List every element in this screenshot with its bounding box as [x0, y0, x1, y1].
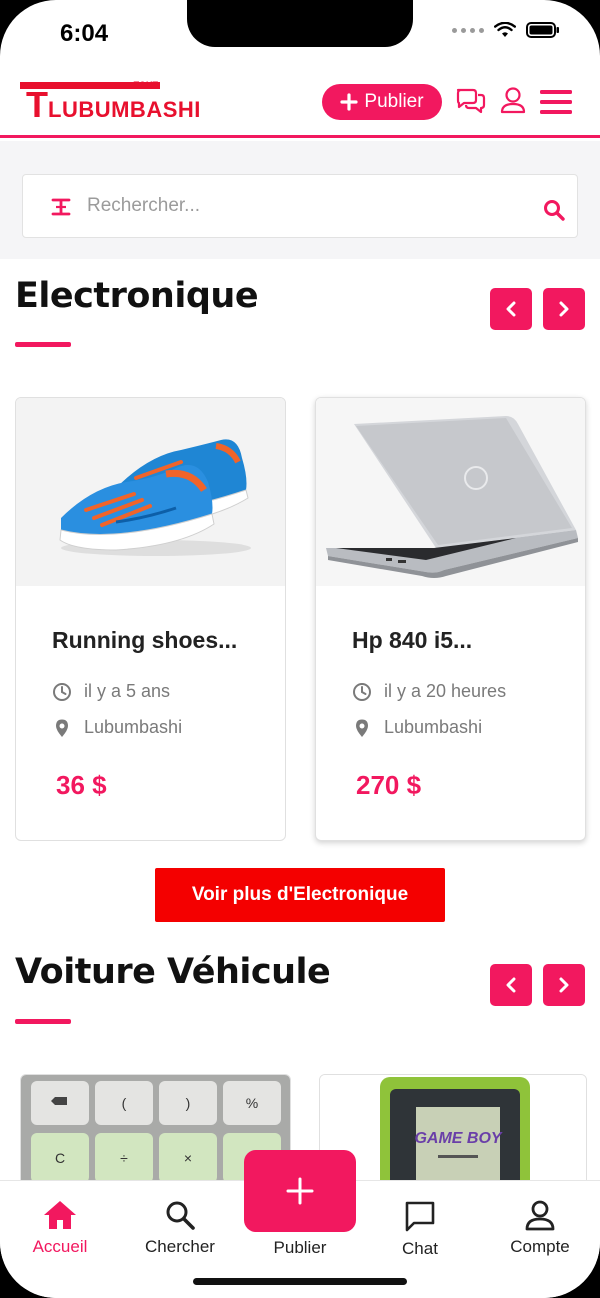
product-card-hp-laptop[interactable]: Hp 840 i5... il y a 20 heures Lubumbashi… [315, 397, 586, 841]
chevron-left-icon [506, 301, 516, 317]
product-time-text: il y a 5 ans [84, 681, 171, 701]
plus-icon [286, 1177, 314, 1205]
signal-dots-icon [452, 27, 484, 33]
tab-chercher[interactable]: Chercher [120, 1199, 240, 1257]
calc-key-percent: % [246, 1095, 258, 1111]
tab-chat[interactable]: Chat [360, 1199, 480, 1259]
clock-icon [53, 682, 71, 701]
filter-icon[interactable] [50, 197, 72, 217]
running-shoes-picture [16, 398, 285, 586]
tab-label: Compte [510, 1237, 570, 1256]
section-underline [15, 1019, 71, 1024]
chevron-right-icon [559, 977, 569, 993]
calc-key-multiply: × [184, 1150, 192, 1166]
app-screen: 6:04 TOUT T LUBUMBASHI Publier Recherche… [0, 0, 600, 1298]
calc-key-open-paren: ( [122, 1095, 127, 1111]
product-time: il y a 5 ans [52, 681, 170, 702]
logo-small-text: TOUT [133, 80, 158, 90]
chevron-right-icon [559, 301, 569, 317]
wifi-icon [494, 22, 516, 37]
product-image-hp-laptop [316, 398, 585, 586]
product-price: 36 $ [56, 770, 107, 800]
search-icon [166, 1201, 195, 1230]
home-icon [44, 1201, 76, 1229]
hamburger-menu-icon[interactable] [540, 89, 572, 115]
plus-icon [340, 93, 359, 111]
section-title-electronique: Electronique [15, 276, 259, 316]
status-time: 6:04 [60, 20, 109, 47]
calc-key-close-paren: ) [186, 1095, 191, 1111]
product-card-running-shoes[interactable]: Running shoes... il y a 5 ans Lubumbashi… [15, 397, 286, 841]
tab-label: Accueil [32, 1237, 88, 1256]
app-header: TOUT T LUBUMBASHI Publier [0, 72, 600, 138]
tab-accueil[interactable]: Accueil [0, 1199, 120, 1257]
product-time-text: il y a 20 heures [384, 681, 507, 701]
clock-icon [353, 682, 371, 701]
section-underline [15, 342, 71, 347]
tab-publier-label[interactable]: Publier [240, 1238, 360, 1258]
chat-bubbles-icon[interactable] [455, 86, 487, 116]
publish-button[interactable]: Publier [322, 84, 442, 120]
search-icon[interactable] [543, 199, 565, 221]
location-pin-icon [356, 719, 368, 737]
publish-fab-button[interactable] [244, 1150, 356, 1232]
battery-icon [526, 22, 559, 38]
calc-key-divide: ÷ [120, 1150, 128, 1166]
location-pin-icon [56, 719, 68, 737]
tout-lubumbashi-logo[interactable]: TOUT T LUBUMBASHI [20, 80, 200, 125]
electronique-prev-button[interactable] [490, 288, 532, 330]
product-title[interactable]: Hp 840 i5... [352, 627, 472, 654]
chevron-left-icon [506, 977, 516, 993]
product-image-running-shoes [16, 398, 285, 586]
product-price: 270 $ [356, 770, 422, 800]
status-icons [452, 22, 560, 38]
section-title-voiture-vehicule: Voiture Véhicule [15, 952, 331, 992]
account-icon [525, 1200, 555, 1231]
product-location-text: Lubumbashi [384, 717, 483, 737]
vehicule-next-button[interactable] [543, 964, 585, 1006]
search-input[interactable] [87, 175, 507, 237]
electronique-next-button[interactable] [543, 288, 585, 330]
product-title[interactable]: Running shoes... [52, 627, 237, 654]
game-boy-logo-text: GAME BOY [414, 1130, 502, 1147]
home-indicator[interactable] [193, 1278, 407, 1285]
silver-laptop-picture [316, 398, 585, 586]
product-time: il y a 20 heures [352, 681, 506, 702]
search-area [0, 141, 600, 259]
publish-button-label: Publier [364, 91, 424, 112]
search-bar [22, 174, 578, 238]
product-location: Lubumbashi [52, 717, 182, 738]
tab-label: Chercher [145, 1237, 215, 1256]
user-icon[interactable] [500, 86, 526, 116]
tab-compte[interactable]: Compte [480, 1199, 600, 1257]
tab-label: Chat [402, 1239, 438, 1258]
calc-key-clear: C [55, 1150, 65, 1166]
chat-icon [405, 1201, 435, 1232]
vehicule-prev-button[interactable] [490, 964, 532, 1006]
product-location-text: Lubumbashi [84, 717, 183, 737]
product-location: Lubumbashi [352, 717, 482, 738]
logo-big-letter: T [26, 84, 48, 125]
logo-word: LUBUMBASHI [48, 97, 201, 122]
see-more-electronique-button[interactable]: Voir plus d'Electronique [155, 868, 445, 922]
device-notch [187, 0, 413, 47]
status-bar: 6:04 [0, 0, 600, 70]
